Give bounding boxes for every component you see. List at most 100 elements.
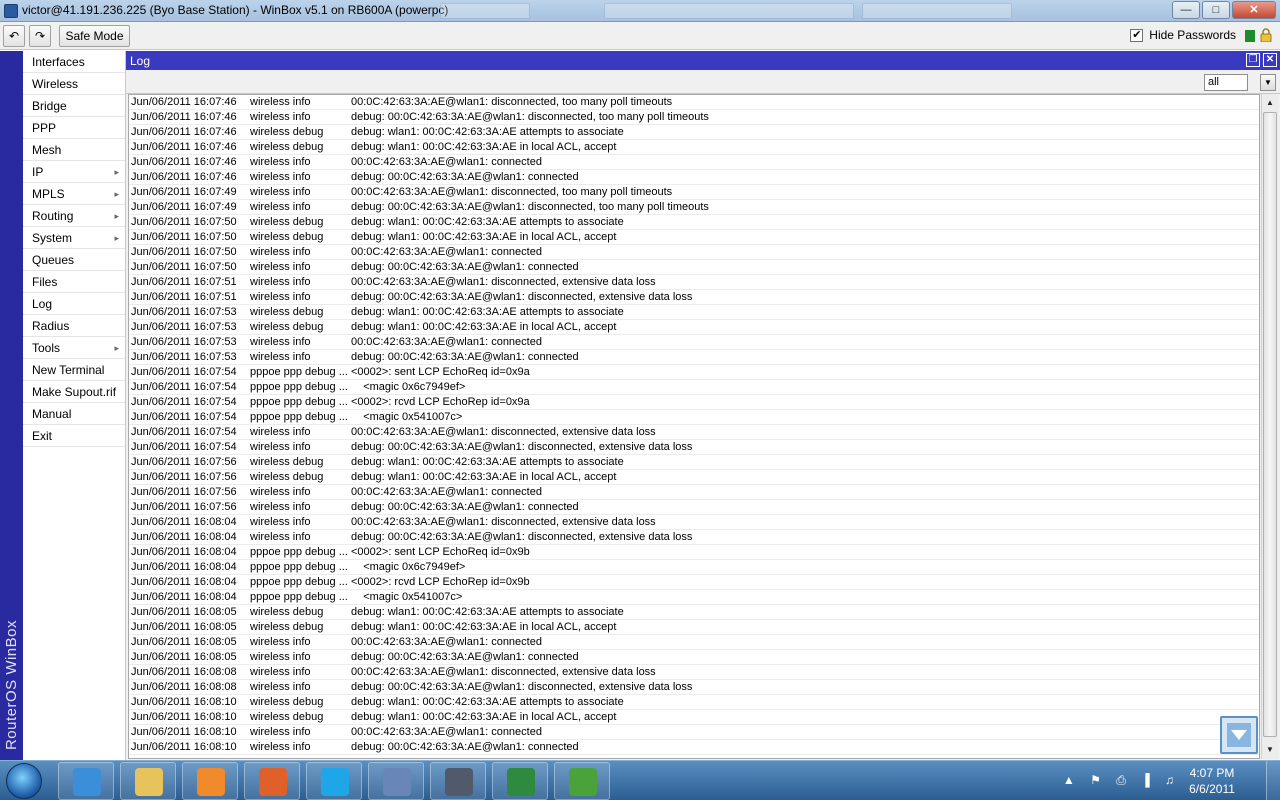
log-topics-cell: pppoe ppp debug ... — [250, 561, 348, 573]
vertical-scrollbar[interactable]: ▲ ▼ — [1261, 94, 1278, 759]
log-row[interactable]: Jun/06/2011 16:08:08 wireless info 00:0C:4… — [129, 665, 1259, 680]
log-row[interactable]: Jun/06/2011 16:07:54 pppoe ppp debug ... <… — [129, 365, 1259, 380]
log-row[interactable]: Jun/06/2011 16:07:51 wireless info 00:0C:4… — [129, 275, 1259, 290]
sidebar-item-radius[interactable]: Radius — [23, 315, 125, 337]
taskbar-app-skype[interactable] — [306, 762, 362, 800]
log-row[interactable]: Jun/06/2011 16:07:46 wireless debug debug:… — [129, 140, 1259, 155]
scroll-up-icon[interactable]: ▲ — [1262, 95, 1278, 111]
sidebar-item-system[interactable]: System ▸ — [23, 227, 125, 249]
log-row[interactable]: Jun/06/2011 16:08:05 wireless debug debug:… — [129, 605, 1259, 620]
taskbar-app-winbox[interactable] — [430, 762, 486, 800]
log-row[interactable]: Jun/06/2011 16:07:50 wireless info debug: … — [129, 260, 1259, 275]
log-message-cell: debug: 00:0C:42:63:3A:AE@wlan1: connecte… — [351, 651, 579, 663]
log-row[interactable]: Jun/06/2011 16:07:46 wireless info debug: … — [129, 170, 1259, 185]
sidebar-item-make-supout[interactable]: Make Supout.rif — [23, 381, 125, 403]
log-row[interactable]: Jun/06/2011 16:07:53 wireless info 00:0C:4… — [129, 335, 1259, 350]
log-row[interactable]: Jun/06/2011 16:07:49 wireless info 00:0C:4… — [129, 185, 1259, 200]
log-row[interactable]: Jun/06/2011 16:07:56 wireless debug debug:… — [129, 455, 1259, 470]
start-button[interactable] — [6, 763, 42, 799]
sidebar-item-ip[interactable]: IP ▸ — [23, 161, 125, 183]
log-row[interactable]: Jun/06/2011 16:07:51 wireless info debug: … — [129, 290, 1259, 305]
sidebar-item-queues[interactable]: Queues — [23, 249, 125, 271]
close-window-button[interactable]: ✕ — [1232, 1, 1276, 19]
topic-filter-select[interactable]: all — [1204, 74, 1248, 91]
log-row[interactable]: Jun/06/2011 16:08:10 wireless info debug: … — [129, 740, 1259, 755]
log-time-cell: Jun/06/2011 16:08:04 — [131, 576, 237, 588]
scroll-down-icon[interactable]: ▼ — [1262, 742, 1278, 758]
maximize-button[interactable]: □ — [1202, 1, 1230, 19]
log-row[interactable]: Jun/06/2011 16:08:08 wireless info debug: … — [129, 680, 1259, 695]
log-row[interactable]: Jun/06/2011 16:07:56 wireless info debug: … — [129, 500, 1259, 515]
log-row[interactable]: Jun/06/2011 16:07:50 wireless debug debug:… — [129, 215, 1259, 230]
sidebar-item-interfaces[interactable]: Interfaces — [23, 51, 125, 73]
scroll-to-end-button[interactable] — [1220, 716, 1258, 754]
log-topics-cell: wireless info — [250, 351, 311, 363]
close-icon[interactable]: ✕ — [1263, 53, 1277, 67]
log-row[interactable]: Jun/06/2011 16:07:54 wireless info debug: … — [129, 440, 1259, 455]
log-row[interactable]: Jun/06/2011 16:08:05 wireless info 00:0C:4… — [129, 635, 1259, 650]
taskbar-app-virtualbox[interactable] — [368, 762, 424, 800]
clock[interactable]: 4:07 PM 6/6/2011 — [1174, 765, 1250, 797]
safe-mode-button[interactable]: Safe Mode — [59, 25, 130, 47]
log-row[interactable]: Jun/06/2011 16:07:54 pppoe ppp debug ... <… — [129, 395, 1259, 410]
log-row[interactable]: Jun/06/2011 16:07:56 wireless debug debug:… — [129, 470, 1259, 485]
hide-passwords-checkbox[interactable]: ✔ — [1130, 28, 1144, 42]
log-row[interactable]: Jun/06/2011 16:07:53 wireless debug debug:… — [129, 320, 1259, 335]
sidebar-item-ppp[interactable]: PPP — [23, 117, 125, 139]
log-row[interactable]: Jun/06/2011 16:08:04 wireless info 00:0C:4… — [129, 515, 1259, 530]
log-row[interactable]: Jun/06/2011 16:08:04 pppoe ppp debug ... <… — [129, 575, 1259, 590]
sidebar-item-manual[interactable]: Manual — [23, 403, 125, 425]
scrollbar-thumb[interactable] — [1263, 112, 1277, 737]
log-row[interactable]: Jun/06/2011 16:08:04 wireless info debug: … — [129, 530, 1259, 545]
log-row[interactable]: Jun/06/2011 16:08:10 wireless info 00:0C:4… — [129, 725, 1259, 740]
sidebar-item-routing[interactable]: Routing ▸ — [23, 205, 125, 227]
log-row[interactable]: Jun/06/2011 16:08:10 wireless debug debug:… — [129, 710, 1259, 725]
log-row[interactable]: Jun/06/2011 16:07:46 wireless info 00:0C:4… — [129, 155, 1259, 170]
hide-passwords-toggle[interactable]: ✔ Hide Passwords — [1130, 28, 1236, 42]
taskbar-app-ie[interactable] — [58, 762, 114, 800]
log-row[interactable]: Jun/06/2011 16:07:54 wireless info 00:0C:4… — [129, 425, 1259, 440]
log-row[interactable]: Jun/06/2011 16:07:54 pppoe ppp debug ... … — [129, 380, 1259, 395]
undo-button[interactable]: ↶ — [3, 25, 25, 47]
system-tray-icons[interactable]: ▲ ⚑ ⎙ ▐ ♫ — [1063, 773, 1180, 788]
log-row[interactable]: Jun/06/2011 16:07:53 wireless debug debug:… — [129, 305, 1259, 320]
log-row[interactable]: Jun/06/2011 16:07:54 pppoe ppp debug ... … — [129, 410, 1259, 425]
log-row[interactable]: Jun/06/2011 16:08:04 pppoe ppp debug ... <… — [129, 545, 1259, 560]
sidebar-item-mpls[interactable]: MPLS ▸ — [23, 183, 125, 205]
log-row[interactable]: Jun/06/2011 16:08:04 pppoe ppp debug ... … — [129, 590, 1259, 605]
log-row[interactable]: Jun/06/2011 16:07:46 wireless info debug: … — [129, 110, 1259, 125]
sidebar-item-wireless[interactable]: Wireless — [23, 73, 125, 95]
sidebar-item-files[interactable]: Files — [23, 271, 125, 293]
log-row[interactable]: Jun/06/2011 16:08:05 wireless info debug: … — [129, 650, 1259, 665]
submenu-arrow-icon: ▸ — [114, 167, 119, 177]
taskbar-app-excel[interactable] — [492, 762, 548, 800]
taskbar-app-explorer[interactable] — [120, 762, 176, 800]
restore-icon[interactable]: ❐ — [1246, 53, 1260, 67]
sidebar-item-new-terminal[interactable]: New Terminal — [23, 359, 125, 381]
log-time-cell: Jun/06/2011 16:07:53 — [131, 321, 237, 333]
log-row[interactable]: Jun/06/2011 16:07:50 wireless debug debug:… — [129, 230, 1259, 245]
log-row[interactable]: Jun/06/2011 16:07:50 wireless info 00:0C:4… — [129, 245, 1259, 260]
log-table[interactable]: Jun/06/2011 16:07:46 wireless info 00:0C:4… — [128, 94, 1260, 759]
sidebar-item-tools[interactable]: Tools ▸ — [23, 337, 125, 359]
log-row[interactable]: Jun/06/2011 16:07:56 wireless info 00:0C:4… — [129, 485, 1259, 500]
log-row[interactable]: Jun/06/2011 16:07:46 wireless info 00:0C:4… — [129, 95, 1259, 110]
log-row[interactable]: Jun/06/2011 16:08:04 pppoe ppp debug ... … — [129, 560, 1259, 575]
chevron-down-icon[interactable]: ▼ — [1260, 74, 1276, 91]
sidebar-item-exit[interactable]: Exit — [23, 425, 125, 447]
sidebar-item-mesh[interactable]: Mesh — [23, 139, 125, 161]
sidebar-item-log[interactable]: Log — [23, 293, 125, 315]
sidebar-item-bridge[interactable]: Bridge — [23, 95, 125, 117]
taskbar-app-utorrent[interactable] — [554, 762, 610, 800]
taskbar-app-firefox[interactable] — [244, 762, 300, 800]
log-row[interactable]: Jun/06/2011 16:07:46 wireless debug debug:… — [129, 125, 1259, 140]
minimize-button[interactable]: — — [1172, 1, 1200, 19]
log-message-cell: <0002>: rcvd LCP EchoRep id=0x9a — [351, 396, 530, 408]
redo-button[interactable]: ↷ — [29, 25, 51, 47]
log-row[interactable]: Jun/06/2011 16:08:05 wireless debug debug:… — [129, 620, 1259, 635]
show-desktop-button[interactable] — [1266, 761, 1280, 800]
log-row[interactable]: Jun/06/2011 16:08:10 wireless debug debug:… — [129, 695, 1259, 710]
taskbar-app-media[interactable] — [182, 762, 238, 800]
log-row[interactable]: Jun/06/2011 16:07:49 wireless info debug: … — [129, 200, 1259, 215]
log-row[interactable]: Jun/06/2011 16:07:53 wireless info debug: … — [129, 350, 1259, 365]
